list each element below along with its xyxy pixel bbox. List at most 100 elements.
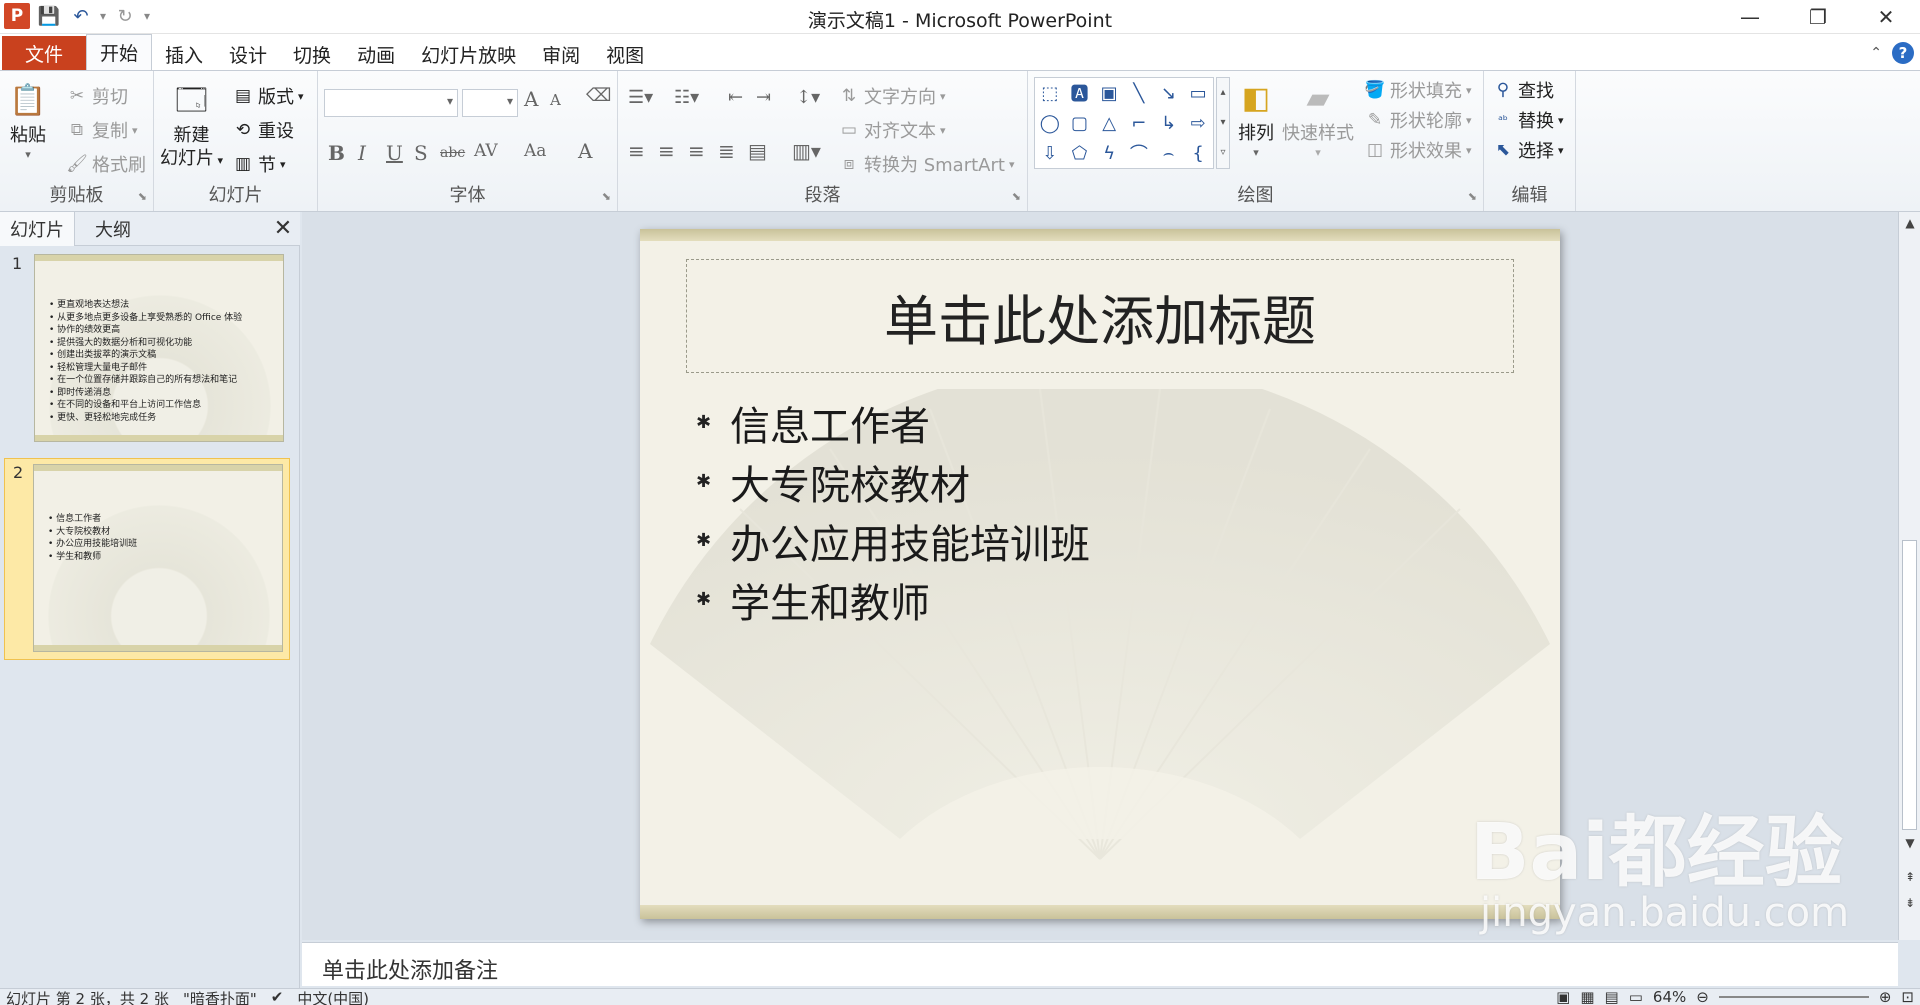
scroll-up-icon[interactable]: ▲ — [1899, 212, 1920, 234]
slide-thumb-row-1[interactable]: 1 更直观地表达想法 从更多地点更多设备上享受熟悉的 Office 体验 协作的… — [0, 250, 292, 446]
line-spacing-icon[interactable]: ↕▾ — [796, 87, 820, 108]
change-case-icon[interactable]: Aa — [524, 141, 546, 161]
fit-to-window-icon[interactable]: ⊡ — [1901, 988, 1914, 1005]
tab-home[interactable]: 开始 — [86, 34, 153, 70]
shape-effects-button[interactable]: ◫ 形状效果 ▾ — [1364, 137, 1472, 163]
pane-tab-outline[interactable]: 大纲 — [75, 212, 151, 246]
font-size-combo[interactable] — [462, 89, 518, 117]
shrink-font-icon[interactable]: A — [550, 91, 561, 109]
select-button[interactable]: ⬉ 选择 ▾ — [1492, 137, 1564, 163]
tab-transitions[interactable]: 切换 — [280, 38, 344, 70]
slide-thumbnail-1[interactable]: 更直观地表达想法 从更多地点更多设备上享受熟悉的 Office 体验 协作的绩效… — [34, 254, 284, 442]
slideshow-view-icon[interactable]: ▭ — [1629, 988, 1643, 1005]
shape-fill-button[interactable]: 🪣 形状填充 ▾ — [1364, 77, 1471, 103]
decrease-indent-icon[interactable]: ⇤ — [728, 87, 743, 108]
minimize-button[interactable]: — — [1716, 0, 1784, 34]
pane-tab-slides[interactable]: 幻灯片 — [0, 212, 75, 246]
tab-review[interactable]: 审阅 — [529, 38, 593, 70]
shape-rounded-rect-icon[interactable]: ▢ — [1071, 113, 1088, 134]
restore-button[interactable]: ❐ — [1784, 0, 1852, 34]
tab-slideshow[interactable]: 幻灯片放映 — [408, 38, 529, 70]
slide-bullet-item[interactable]: ✱ 学生和教师 — [696, 570, 1090, 629]
font-color-icon[interactable]: A — [578, 139, 592, 163]
italic-icon[interactable]: I — [358, 141, 366, 165]
shape-vertical-textbox-icon[interactable]: ▣ — [1101, 83, 1118, 104]
text-shadow-icon[interactable]: S — [414, 141, 428, 165]
increase-indent-icon[interactable]: ⇥ — [756, 87, 771, 108]
customize-qat-icon[interactable]: ▾ — [144, 9, 150, 23]
slide-canvas[interactable]: 单击此处添加标题 ✱ 信息工作者 ✱ 大专院校教材 ✱ 办公应用技能培训班 ✱ 学生和教… — [640, 229, 1560, 919]
slide-bullet-item[interactable]: ✱ 办公应用技能培训班 — [696, 511, 1090, 570]
save-icon[interactable]: 💾 — [36, 3, 62, 29]
cut-button[interactable]: ✂ 剪切 — [66, 83, 128, 109]
underline-icon[interactable]: U — [386, 141, 403, 165]
close-button[interactable]: ✕ — [1852, 0, 1920, 34]
shape-line-icon[interactable]: ╲ — [1133, 83, 1144, 104]
redo-icon[interactable]: ↻ — [112, 3, 138, 29]
format-painter-button[interactable]: 🖌 格式刷 — [66, 151, 146, 177]
strikethrough-icon[interactable]: abc — [440, 145, 465, 161]
find-button[interactable]: ⚲ 查找 — [1492, 77, 1554, 103]
slide-bullet-item[interactable]: ✱ 大专院校教材 — [696, 452, 1090, 511]
tab-design[interactable]: 设计 — [216, 38, 280, 70]
justify-icon[interactable]: ≣ — [718, 139, 735, 163]
shape-curve-icon[interactable]: ⌒ — [1130, 140, 1148, 166]
undo-dropdown-icon[interactable]: ▾ — [100, 9, 106, 23]
shape-textbox-a-icon[interactable]: 🅰 — [1070, 80, 1088, 106]
slide-bullet-list[interactable]: ✱ 信息工作者 ✱ 大专院校教材 ✱ 办公应用技能培训班 ✱ 学生和教师 — [696, 393, 1090, 629]
shape-textbox-icon[interactable]: ⬚ — [1041, 83, 1058, 104]
shape-oval-icon[interactable]: ◯ — [1040, 113, 1060, 134]
slide-thumb-row-2[interactable]: 2 信息工作者 大专院校教材 办公应用技能培训班 学生和教师 — [4, 458, 290, 660]
shape-elbow-arrow-icon[interactable]: ↳ — [1161, 113, 1176, 134]
zoom-slider[interactable] — [1718, 996, 1869, 998]
paste-button[interactable]: 📋 粘贴 ▾ — [6, 77, 50, 161]
copy-button[interactable]: ⧉ 复制 ▾ — [66, 117, 138, 143]
undo-icon[interactable]: ↶ — [68, 3, 94, 29]
columns-icon[interactable]: ▥▾ — [792, 139, 821, 163]
shape-right-arrow-icon[interactable]: ⇨ — [1191, 113, 1206, 134]
char-spacing-icon[interactable]: AV — [474, 141, 498, 161]
notes-pane[interactable]: 单击此处添加备注 — [302, 942, 1898, 986]
zoom-in-icon[interactable]: ⊕ — [1879, 988, 1892, 1005]
replace-button[interactable]: ᵃᵇ 替换 ▾ — [1492, 107, 1563, 133]
tab-animations[interactable]: 动画 — [344, 38, 408, 70]
reset-button[interactable]: ⟲ 重设 — [232, 117, 294, 143]
font-family-combo[interactable] — [324, 89, 458, 117]
status-language[interactable]: 中文(中国) — [297, 988, 369, 1005]
align-center-icon[interactable]: ≡ — [658, 139, 675, 163]
next-slide-icon[interactable]: ⇟ — [1899, 892, 1920, 914]
arrange-button[interactable]: ◧ 排列 ▾ — [1234, 75, 1278, 159]
section-button[interactable]: ▥ 节 ▾ — [232, 151, 286, 177]
shape-arc-icon[interactable]: ⌢ — [1163, 143, 1175, 164]
shape-outline-button[interactable]: ✎ 形状轮廓 ▾ — [1364, 107, 1472, 133]
align-right-icon[interactable]: ≡ — [688, 139, 705, 163]
shape-elbow-icon[interactable]: ⌐ — [1131, 113, 1146, 134]
drawing-launcher-icon[interactable]: ⬊ — [1468, 190, 1477, 203]
clipboard-launcher-icon[interactable]: ⬊ — [138, 190, 147, 203]
font-launcher-icon[interactable]: ⬊ — [602, 190, 611, 203]
scroll-thumb[interactable] — [1902, 540, 1917, 830]
tab-file[interactable]: 文件 — [2, 36, 86, 70]
quick-styles-button[interactable]: ▰ 快速样式 ▾ — [1282, 75, 1354, 159]
status-theme[interactable]: "暗香扑面" — [183, 988, 257, 1005]
align-text-button[interactable]: ▭ 对齐文本 ▾ — [838, 117, 946, 143]
spellcheck-icon[interactable]: ✔ — [271, 988, 284, 1005]
shape-down-arrow-icon[interactable]: ⇩ — [1042, 143, 1057, 164]
paragraph-launcher-icon[interactable]: ⬊ — [1012, 190, 1021, 203]
distribute-icon[interactable]: ▤ — [748, 139, 767, 163]
convert-smartart-button[interactable]: ⧈ 转换为 SmartArt ▾ — [838, 151, 1015, 177]
title-placeholder[interactable]: 单击此处添加标题 — [686, 259, 1514, 373]
shape-rectangle-icon[interactable]: ▭ — [1190, 83, 1207, 104]
reading-view-icon[interactable]: ▤ — [1605, 988, 1619, 1005]
normal-view-icon[interactable]: ▣ — [1556, 988, 1570, 1005]
bold-icon[interactable]: B — [328, 141, 345, 165]
grow-font-icon[interactable]: A — [524, 87, 538, 111]
collapse-ribbon-icon[interactable]: ⌃ — [1870, 45, 1882, 61]
shape-brace-icon[interactable]: { — [1192, 143, 1203, 164]
shapes-gallery-scroll[interactable]: ▴ ▾ ▿ — [1216, 77, 1230, 169]
status-zoom[interactable]: 64% — [1653, 988, 1686, 1005]
shape-pentagon-icon[interactable]: ⬠ — [1072, 143, 1088, 164]
text-direction-button[interactable]: ⇅ 文字方向 ▾ — [838, 83, 946, 109]
shapes-gallery[interactable]: ⬚ 🅰 ▣ ╲ ↘ ▭ ◯ ▢ △ ⌐ ↳ ⇨ ⇩ ⬠ ϟ ⌒ ⌢ { — [1034, 77, 1214, 169]
zoom-out-icon[interactable]: ⊖ — [1696, 988, 1709, 1005]
